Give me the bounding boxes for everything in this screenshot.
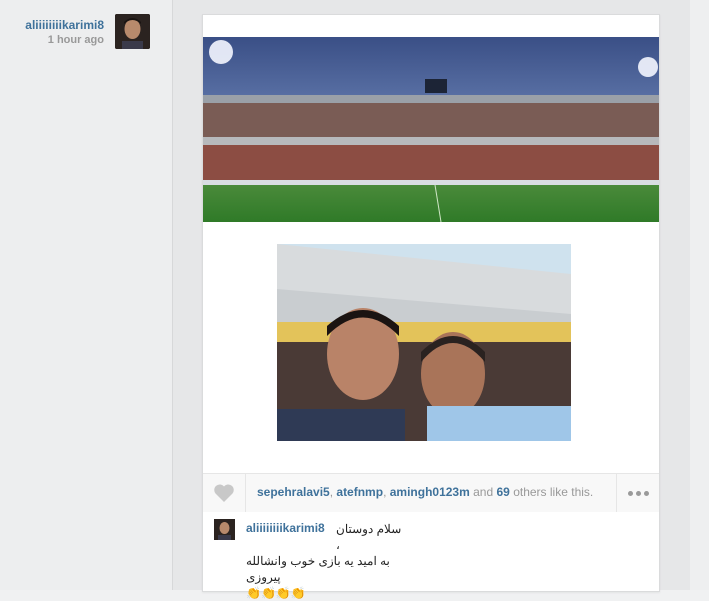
- selfie-image: [277, 244, 571, 441]
- comment-line-2: به امید یه بازی خوب وانشالله پیروزی: [246, 554, 390, 584]
- likes-and: and: [473, 485, 494, 499]
- comment-line-1: سلام دوستان ،: [336, 522, 402, 552]
- author-username[interactable]: aliiiiiiiikarimi8: [25, 18, 104, 32]
- caption-comment: aliiiiiiiikarimi8 سلام دوستان ، به امید …: [203, 512, 659, 600]
- stadium-image: [203, 37, 659, 222]
- post-author: aliiiiiiiikarimi8 1 hour ago: [25, 18, 104, 47]
- comment-text: سلام دوستان ، به امید یه بازی خوب وانشال…: [246, 521, 406, 601]
- liker-link[interactable]: amingh0123m: [390, 485, 470, 499]
- comment-line-3: 👏👏👏👏: [246, 586, 306, 600]
- more-dots-icon: [643, 490, 649, 496]
- liker-link[interactable]: sepehralavi5: [257, 485, 330, 499]
- left-column: aliiiiiiiikarimi8 1 hour ago: [0, 0, 172, 590]
- post-card: sepehralavi5, atefnmp, amingh0123m and 6…: [202, 14, 660, 600]
- more-dots-icon: [627, 490, 633, 496]
- likes-suffix: others like this.: [513, 485, 594, 499]
- likes-bar: sepehralavi5, atefnmp, amingh0123m and 6…: [203, 473, 659, 513]
- heart-icon: [214, 484, 234, 502]
- comment-avatar[interactable]: [214, 519, 235, 540]
- others-count[interactable]: 69: [497, 485, 510, 499]
- liker-link[interactable]: atefnmp: [336, 485, 383, 499]
- post-timestamp[interactable]: 1 hour ago: [25, 33, 104, 47]
- post-photo[interactable]: [203, 15, 659, 473]
- author-avatar[interactable]: [115, 14, 150, 49]
- more-options-button[interactable]: [616, 474, 659, 512]
- like-button[interactable]: [203, 474, 246, 512]
- more-dots-icon: [635, 490, 641, 496]
- right-gutter: [690, 0, 709, 590]
- likes-summary: sepehralavi5, atefnmp, amingh0123m and 6…: [257, 485, 594, 499]
